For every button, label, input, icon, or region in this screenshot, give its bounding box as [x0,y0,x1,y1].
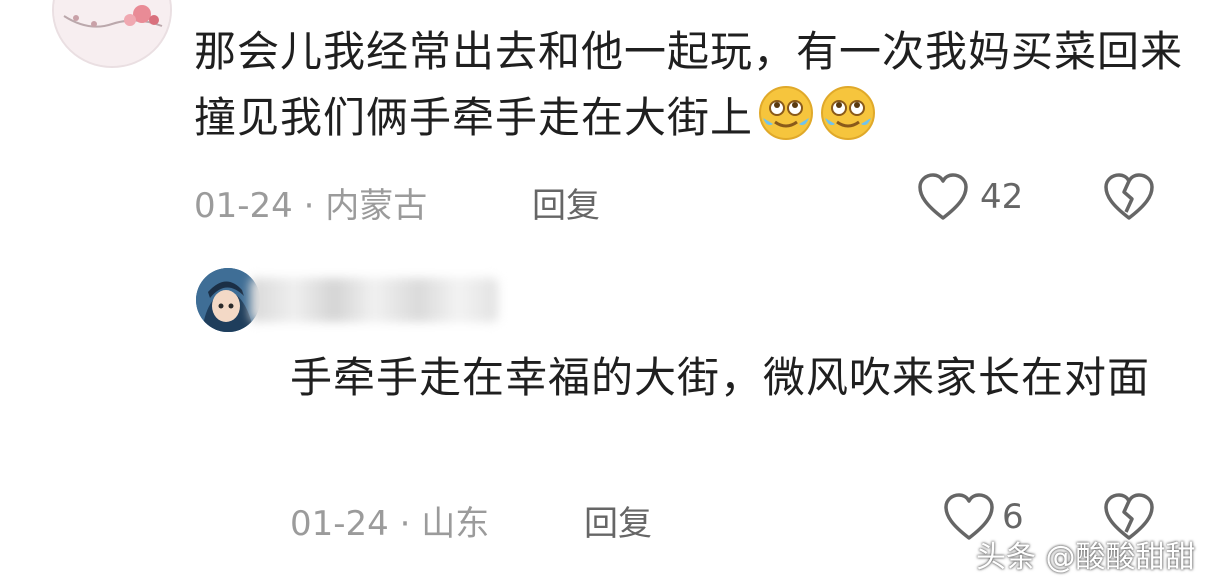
crying-laughing-emoji-icon [759,86,814,140]
watermark: 头条 @酸酸甜甜 [976,540,1196,575]
reply-text: 手牵手走在幸福的大街，微风吹来家长在对面 [290,353,1151,402]
comment-text: 那会儿我经常出去和他一起玩，有一次我妈买菜回来撞见我们俩手牵手走在大街上 [194,20,1184,150]
comment-date: 01-24 [194,186,293,226]
broken-heart-icon [1104,173,1154,220]
floral-avatar-icon [54,0,170,66]
heart-icon [918,173,968,220]
comment-body: 那会儿我经常出去和他一起玩，有一次我妈买菜回来撞见我们俩手牵手走在大街上 [194,27,1184,142]
reply-meta: 01-24 · 山东 [290,496,489,545]
comment-location: 内蒙古 [325,186,428,226]
meta-separator: · [399,504,411,544]
reply-button[interactable]: 回复 [584,496,652,545]
meta-separator: · [303,186,315,226]
dislike-button[interactable] [1102,172,1156,226]
reply-button[interactable]: 回复 [532,178,600,227]
like-button[interactable]: 42 [916,172,1023,222]
comment-meta: 01-24 · 内蒙古 [194,178,427,227]
like-count: 6 [1002,497,1024,537]
reply-date: 01-24 [290,504,389,544]
like-count: 42 [980,177,1024,217]
reply-location: 山东 [421,504,490,544]
blurred-username [250,278,498,322]
crying-laughing-emoji-icon [821,86,876,140]
commenter-avatar[interactable] [52,0,172,68]
